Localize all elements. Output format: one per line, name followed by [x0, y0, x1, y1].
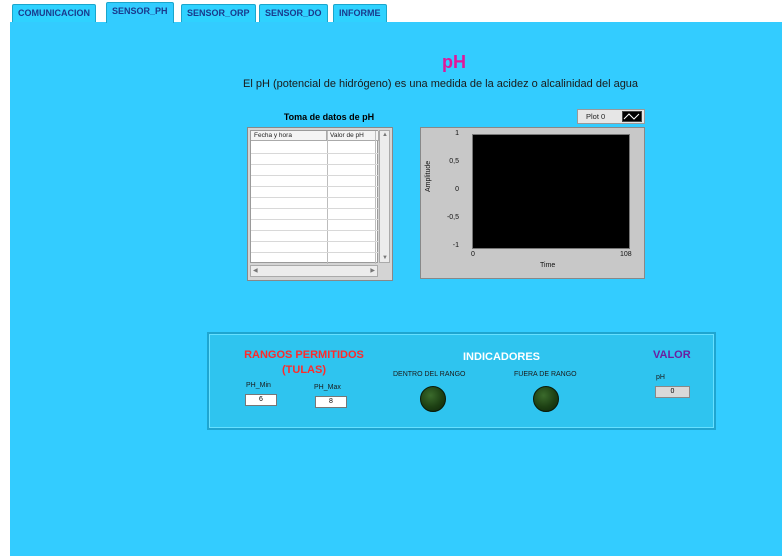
column-header-fecha: Fecha y hora [251, 131, 327, 141]
table-row[interactable] [251, 175, 379, 176]
table-row[interactable] [251, 252, 379, 253]
table-horizontal-scrollbar[interactable]: ◀ ▶ [250, 265, 378, 277]
rangos-title: RANGOS PERMITIDOS (TULAS) [229, 348, 379, 378]
dentro-rango-led [420, 386, 446, 412]
table-row[interactable] [251, 241, 379, 242]
ph-value-readout: 0 [655, 386, 690, 398]
tab-informe[interactable]: INFORME [333, 4, 387, 22]
ph-min-input[interactable]: 6 [245, 394, 277, 406]
column-header-valor: Valor de pH [327, 131, 379, 141]
table-row[interactable] [251, 219, 379, 220]
y-tick-label: -0,5 [446, 214, 459, 221]
tab-bar: COMUNICACION SENSOR_PH SENSOR_ORP SENSOR… [0, 0, 782, 23]
tab-sensor-ph[interactable]: SENSOR_PH [106, 2, 174, 23]
scroll-up-icon[interactable]: ▲ [382, 132, 388, 138]
plot-area[interactable] [472, 134, 630, 249]
valor-title: VALOR [653, 349, 691, 361]
fuera-rango-label: FUERA DE RANGO [514, 371, 577, 378]
dentro-rango-label: DENTRO DEL RANGO [393, 371, 466, 378]
tab-comunicacion[interactable]: COMUNICACION [12, 4, 96, 22]
page-title: pH [442, 52, 466, 72]
y-axis-label: Amplitude [425, 160, 432, 192]
ph-value-label: pH [656, 374, 665, 381]
table-row[interactable] [251, 208, 379, 209]
x-axis-label: Time [540, 262, 556, 269]
table-row[interactable] [251, 153, 379, 154]
table-title: Toma de datos de pH [283, 112, 375, 122]
rangos-title-line1: RANGOS PERMITIDOS [244, 349, 364, 361]
indicadores-title: INDICADORES [463, 351, 541, 363]
data-table[interactable]: Fecha y hora Valor de pH ▲ ▼ ◀ ▶ [247, 127, 393, 281]
ph-max-label: PH_Max [314, 384, 341, 391]
x-tick-label: 108 [620, 251, 632, 258]
plot-style-icon[interactable] [622, 111, 642, 122]
scroll-down-icon[interactable]: ▼ [382, 255, 388, 261]
table-row[interactable] [251, 197, 379, 198]
fuera-rango-led [533, 386, 559, 412]
ranges-indicator-panel: RANGOS PERMITIDOS (TULAS) PH_Min 6 PH_Ma… [207, 332, 716, 430]
x-tick-label: 0 [471, 251, 475, 258]
plot-legend[interactable]: Plot 0 [577, 109, 645, 124]
table-body[interactable]: Fecha y hora Valor de pH [250, 130, 379, 264]
page-subtitle: El pH (potencial de hidrógeno) es una me… [243, 78, 639, 90]
y-tick-label: 0 [455, 186, 459, 193]
scroll-right-icon[interactable]: ▶ [370, 267, 375, 274]
scroll-left-icon[interactable]: ◀ [253, 267, 258, 274]
table-row[interactable] [251, 164, 379, 165]
y-tick-label: 0,5 [449, 158, 459, 165]
table-vertical-scrollbar[interactable]: ▲ ▼ [379, 130, 390, 263]
y-tick-label: 1 [455, 130, 459, 137]
sensor-ph-panel: pH El pH (potencial de hidrógeno) es una… [10, 22, 782, 556]
plot-legend-label: Plot 0 [586, 112, 606, 121]
rangos-title-line2: (TULAS) [282, 364, 326, 376]
ph-min-label: PH_Min [246, 382, 271, 389]
tab-sensor-orp[interactable]: SENSOR_ORP [181, 4, 256, 22]
ph-max-input[interactable]: 8 [315, 396, 347, 408]
waveform-graph[interactable]: Amplitude 1 0,5 0 -0,5 -1 0 108 Time [420, 127, 645, 279]
table-row[interactable] [251, 230, 379, 231]
table-row[interactable] [251, 186, 379, 187]
tab-sensor-do[interactable]: SENSOR_DO [259, 4, 328, 22]
y-tick-label: -1 [452, 242, 459, 249]
